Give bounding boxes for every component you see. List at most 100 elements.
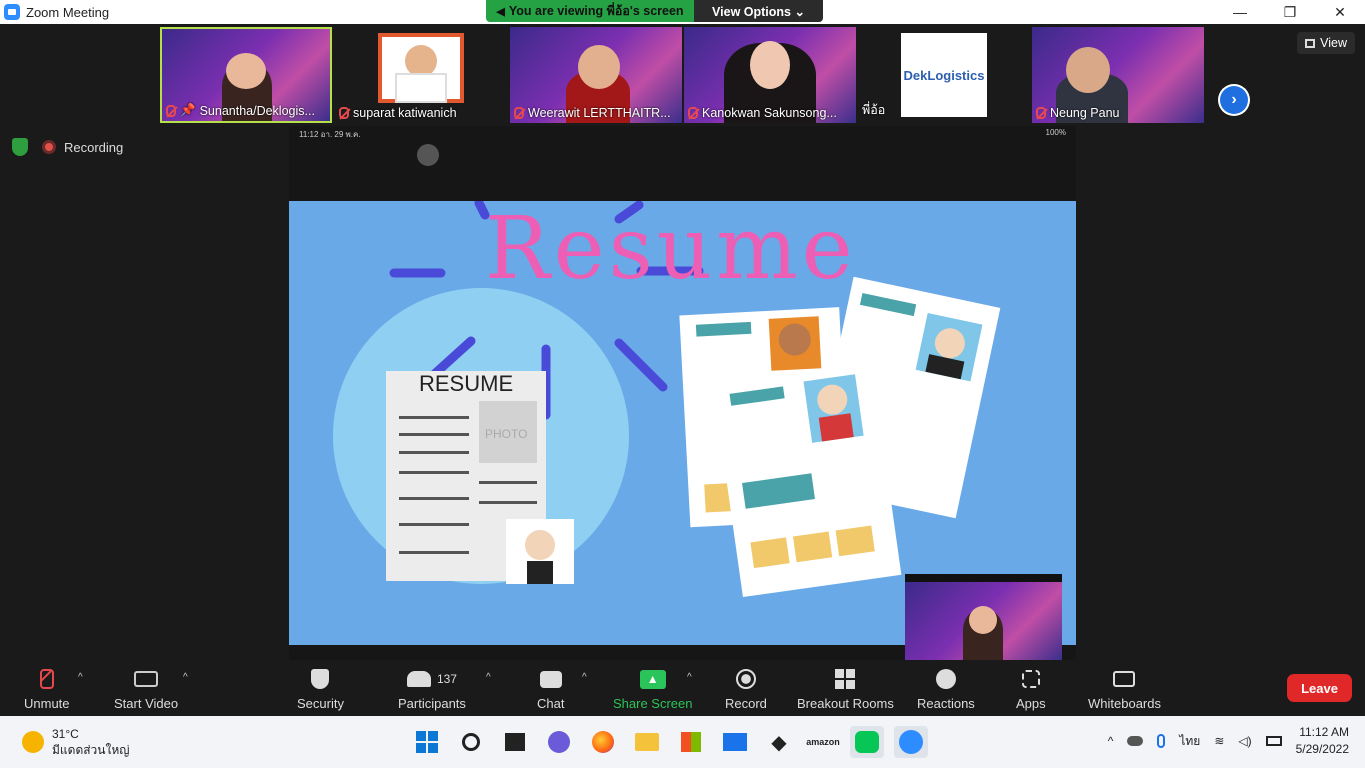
participant-tile[interactable]: Kanokwan Sakunsong... <box>684 27 856 123</box>
record-label: Record <box>725 696 767 711</box>
record-icon <box>42 140 56 154</box>
view-label: View <box>1320 36 1347 50</box>
amazon-icon[interactable]: amazon <box>806 726 840 758</box>
share-screen-button[interactable]: ▲ Share Screen <box>613 666 693 711</box>
participant-tile[interactable]: suparat katiwanich <box>335 27 507 123</box>
date: 5/29/2022 <box>1295 742 1349 756</box>
close-button[interactable]: ✕ <box>1315 0 1365 24</box>
participant-tile[interactable]: Neung Panu <box>1032 27 1204 123</box>
pin-icon: 📌 <box>180 103 196 117</box>
teams-chat-icon[interactable] <box>542 726 576 758</box>
touch-indicator-icon <box>417 144 439 166</box>
zoom-logo-icon <box>4 4 20 20</box>
weather-widget[interactable]: 31°C มีแดดส่วนใหญ่ <box>22 726 130 758</box>
microphone-icon[interactable] <box>1157 734 1166 748</box>
security-shield-icon <box>311 669 330 689</box>
muted-mic-icon <box>688 107 698 119</box>
participant-strip: 📌 Sunantha/Deklogis... suparat katiwanich… <box>0 24 1365 126</box>
chat-button[interactable]: Chat <box>537 666 564 711</box>
muted-mic-icon <box>339 107 349 119</box>
whiteboards-button[interactable]: Whiteboards <box>1088 666 1161 711</box>
viewing-banner: ◀ You are viewing พี่อ้อ's screen <box>486 0 694 22</box>
search-icon[interactable] <box>454 726 488 758</box>
apps-button[interactable]: Apps <box>1016 666 1046 711</box>
security-shield-icon[interactable] <box>12 138 28 156</box>
breakout-rooms-label: Breakout Rooms <box>797 696 894 711</box>
chevron-up-icon[interactable]: ^ <box>1108 734 1114 748</box>
security-button[interactable]: Security <box>297 666 344 711</box>
share-screen-label: Share Screen <box>613 696 693 711</box>
participants-count: 137 <box>436 672 457 686</box>
unmute-label: Unmute <box>24 696 70 711</box>
view-options-button[interactable]: View Options ⌄ <box>694 0 823 22</box>
participant-name: suparat katiwanich <box>353 106 457 120</box>
record-icon <box>735 669 756 689</box>
share-caret[interactable]: ^ <box>687 672 692 683</box>
wifi-icon[interactable]: ≋ <box>1214 734 1224 748</box>
presenter-pip[interactable] <box>905 574 1062 660</box>
start-video-label: Start Video <box>114 696 179 711</box>
line-icon[interactable] <box>850 726 884 758</box>
language-indicator[interactable]: ไทย <box>1179 732 1200 751</box>
smiley-icon <box>935 669 956 689</box>
view-button[interactable]: View <box>1297 32 1355 54</box>
weather-text: มีแดดส่วนใหญ่ <box>52 743 130 757</box>
grid-icon <box>1305 38 1316 48</box>
breakout-rooms-button[interactable]: Breakout Rooms <box>797 666 894 711</box>
mail-icon[interactable] <box>718 726 752 758</box>
maximize-button[interactable]: ❐ <box>1265 0 1315 24</box>
participants-label: Participants <box>398 696 466 711</box>
start-video-button[interactable]: Start Video <box>114 666 178 711</box>
windows-taskbar: 31°C มีแดดส่วนใหญ่ ◆ amazon ^ ไทย ≋ ◁) 1… <box>0 716 1365 768</box>
status-row: Recording <box>12 138 123 156</box>
meeting-toolbar: Unmute ^ Start Video ^ Security 137 Part… <box>0 660 1365 716</box>
slide-title: Resume <box>485 201 857 299</box>
breakout-grid-icon <box>835 669 856 689</box>
reactions-label: Reactions <box>917 696 975 711</box>
participants-caret[interactable]: ^ <box>486 672 491 683</box>
resume-doc-heading: RESUME <box>419 371 514 396</box>
participant-name: Sunantha/Deklogis... <box>199 103 315 118</box>
participant-tile[interactable]: 📌 Sunantha/Deklogis... <box>160 27 332 123</box>
participant-name: Weerawit LERTTHAITR... <box>528 106 671 120</box>
record-button[interactable]: Record <box>725 666 767 711</box>
security-label: Security <box>297 696 344 711</box>
clock[interactable]: 11:12 AM 5/29/2022 <box>1296 724 1349 758</box>
muted-mic-icon <box>166 104 176 117</box>
phone-status-bar: 11:12 อา. 29 พ.ค. 100% <box>289 126 1076 142</box>
zoom-app-icon[interactable] <box>894 726 928 758</box>
microsoft-store-icon[interactable] <box>674 726 708 758</box>
viewing-text: You are viewing พี่อ้อ's screen <box>508 4 684 18</box>
audio-options-caret[interactable]: ^ <box>78 672 83 683</box>
volume-icon[interactable]: ◁) <box>1238 734 1251 748</box>
file-explorer-icon[interactable] <box>630 726 664 758</box>
participant-tile[interactable]: DekLogistics พี่อ้อ <box>858 27 1030 123</box>
dropbox-icon[interactable]: ◆ <box>762 726 796 758</box>
amazon-label: amazon <box>806 737 840 747</box>
muted-mic-icon <box>1036 107 1046 119</box>
apps-label: Apps <box>1016 696 1046 711</box>
phone-battery: 100% <box>1045 128 1066 137</box>
unmute-button[interactable]: Unmute <box>24 666 70 711</box>
muted-mic-icon <box>39 669 54 689</box>
shared-screen: 11:12 อา. 29 พ.ค. 100% Resume RESUME PHO… <box>289 126 1076 660</box>
video-options-caret[interactable]: ^ <box>183 672 188 683</box>
leave-button[interactable]: Leave <box>1287 674 1352 702</box>
battery-icon[interactable] <box>1265 736 1282 746</box>
task-view-icon[interactable] <box>498 726 532 758</box>
next-page-button[interactable]: › <box>1218 84 1250 116</box>
minimize-button[interactable]: — <box>1215 0 1265 24</box>
firefox-icon[interactable] <box>586 726 620 758</box>
participant-tile[interactable]: Weerawit LERTTHAITR... <box>510 27 682 123</box>
windows-start-icon[interactable] <box>410 726 444 758</box>
system-tray: ^ ไทย ≋ ◁) 11:12 AM 5/29/2022 <box>1108 724 1349 758</box>
whiteboards-label: Whiteboards <box>1088 696 1161 711</box>
chat-label: Chat <box>537 696 565 711</box>
deklogistics-logo: DekLogistics <box>903 67 985 83</box>
reactions-button[interactable]: Reactions <box>917 666 975 711</box>
photo-label: PHOTO <box>485 427 528 441</box>
participants-button[interactable]: 137 Participants <box>398 666 466 711</box>
onedrive-icon[interactable] <box>1127 736 1144 746</box>
chat-caret[interactable]: ^ <box>582 672 587 683</box>
time: 11:12 AM <box>1299 725 1349 739</box>
